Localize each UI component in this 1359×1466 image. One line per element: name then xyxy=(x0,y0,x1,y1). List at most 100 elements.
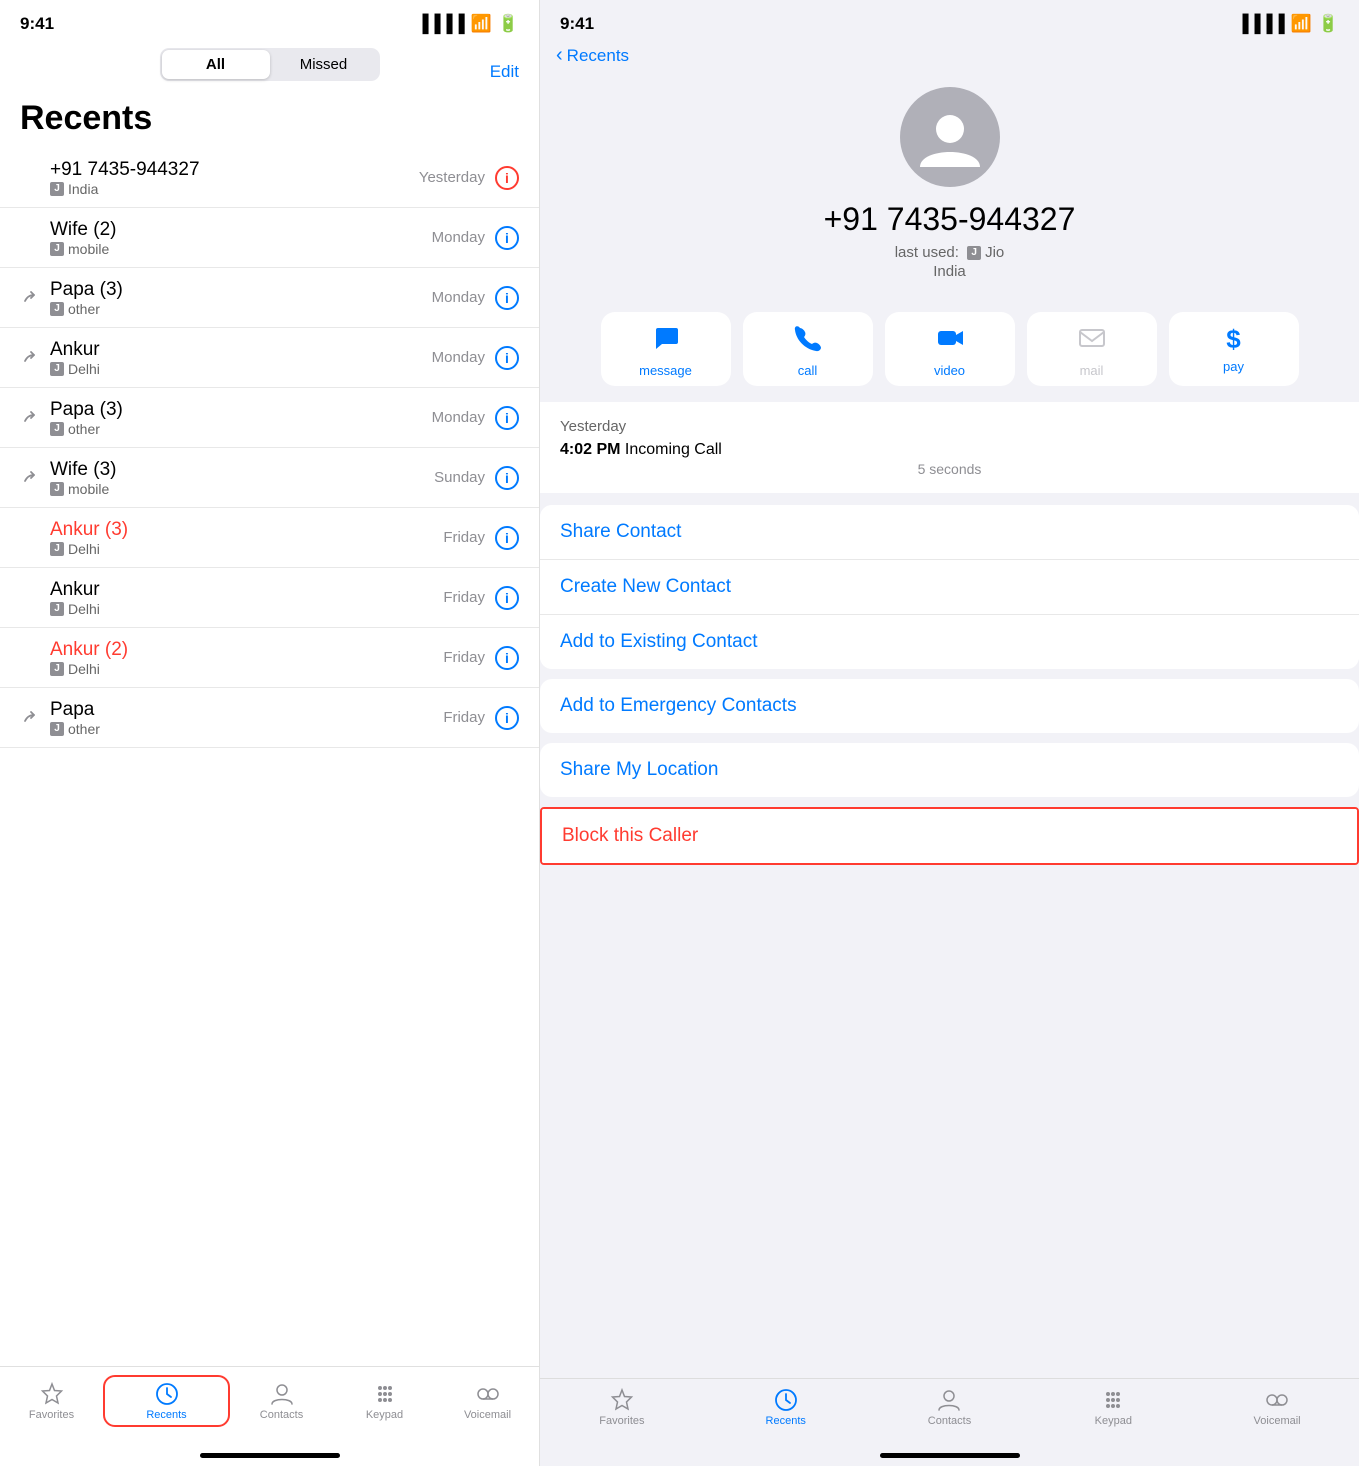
item-name: Papa xyxy=(50,699,100,721)
carrier-badge-right: J xyxy=(967,246,981,260)
info-button[interactable]: i xyxy=(495,646,519,670)
item-name: +91 7435-944327 xyxy=(50,159,200,181)
battery-icon: 🔋 xyxy=(1318,14,1339,34)
wifi-icon: 📶 xyxy=(1291,14,1312,34)
signal-icon: ▐▐▐▐ xyxy=(416,14,464,34)
left-panel: 9:41 ▐▐▐▐ 📶 🔋 All Missed Edit Recents +9… xyxy=(0,0,540,1466)
tab-recents[interactable]: Recents xyxy=(103,1375,230,1427)
contact-country: India xyxy=(933,263,966,280)
right-tab-voicemail[interactable]: Voicemail xyxy=(1195,1387,1359,1427)
left-status-bar: 9:41 ▐▐▐▐ 📶 🔋 xyxy=(0,0,539,40)
info-button[interactable]: i xyxy=(495,526,519,550)
list-item[interactable]: Ankur J Delhi Friday i xyxy=(0,568,539,628)
list-item[interactable]: Ankur (2) J Delhi Friday i xyxy=(0,628,539,688)
right-tab-favorites[interactable]: Favorites xyxy=(540,1387,704,1427)
carrier-badge: J xyxy=(50,722,64,736)
block-caller-button[interactable]: Block this Caller xyxy=(542,809,1357,863)
item-date: Friday xyxy=(443,709,485,726)
action-pay[interactable]: $ pay xyxy=(1169,312,1299,386)
list-item[interactable]: Ankur J Delhi Monday i xyxy=(0,328,539,388)
list-item[interactable]: Wife (2) J mobile Monday i xyxy=(0,208,539,268)
call-history-section: Yesterday 4:02 PM Incoming Call 5 second… xyxy=(540,402,1359,493)
share-location-button[interactable]: Share My Location xyxy=(540,743,1359,797)
person-icon xyxy=(936,1387,962,1413)
right-tab-voicemail-label: Voicemail xyxy=(1254,1415,1301,1427)
add-emergency-contact-button[interactable]: Add to Emergency Contacts xyxy=(540,679,1359,733)
signal-icon: ▐▐▐▐ xyxy=(1236,14,1284,34)
pay-label: pay xyxy=(1223,359,1244,374)
carrier-badge: J xyxy=(50,362,64,376)
add-existing-contact-button[interactable]: Add to Existing Contact xyxy=(540,615,1359,669)
right-tab-contacts[interactable]: Contacts xyxy=(868,1387,1032,1427)
action-mail: mail xyxy=(1027,312,1157,386)
right-tab-keypad-label: Keypad xyxy=(1095,1415,1132,1427)
missed-indicator xyxy=(20,289,42,307)
back-button[interactable]: ‹ Recents xyxy=(556,44,1343,67)
clock-icon xyxy=(773,1387,799,1413)
item-name: Wife (3) xyxy=(50,459,117,481)
tab-favorites[interactable]: Favorites xyxy=(0,1381,103,1421)
right-tab-favorites-label: Favorites xyxy=(599,1415,644,1427)
missed-indicator xyxy=(20,709,42,727)
share-contact-button[interactable]: Share Contact xyxy=(540,505,1359,560)
right-tab-recents[interactable]: Recents xyxy=(704,1387,868,1427)
create-new-contact-button[interactable]: Create New Contact xyxy=(540,560,1359,615)
keypad-icon xyxy=(1100,1387,1126,1413)
action-video[interactable]: video xyxy=(885,312,1015,386)
missed-indicator xyxy=(20,349,42,367)
info-button[interactable]: i xyxy=(495,226,519,250)
tab-voicemail[interactable]: Voicemail xyxy=(436,1381,539,1421)
avatar xyxy=(900,87,1000,187)
info-button[interactable]: i xyxy=(495,586,519,610)
list-item[interactable]: +91 7435-944327 J India Yesterday i xyxy=(0,148,539,208)
list-item[interactable]: Papa (3) J other Monday i xyxy=(0,388,539,448)
back-label: Recents xyxy=(567,46,629,66)
info-button[interactable]: i xyxy=(495,406,519,430)
item-date: Sunday xyxy=(434,469,485,486)
item-sub: J other xyxy=(50,421,123,437)
right-status-bar: 9:41 ▐▐▐▐ 📶 🔋 xyxy=(540,0,1359,40)
right-tab-keypad[interactable]: Keypad xyxy=(1031,1387,1195,1427)
tab-keypad[interactable]: Keypad xyxy=(333,1381,436,1421)
pay-icon: $ xyxy=(1226,324,1240,355)
carrier-badge: J xyxy=(50,302,64,316)
info-button[interactable]: i xyxy=(495,346,519,370)
carrier-badge: J xyxy=(50,422,64,436)
carrier-badge: J xyxy=(50,662,64,676)
item-name: Wife (2) xyxy=(50,219,117,241)
call-duration: 5 seconds xyxy=(560,461,1339,477)
list-item[interactable]: Ankur (3) J Delhi Friday i xyxy=(0,508,539,568)
message-icon xyxy=(652,324,680,359)
segment-all[interactable]: All xyxy=(162,50,270,79)
info-button[interactable]: i xyxy=(495,466,519,490)
right-tab-contacts-label: Contacts xyxy=(928,1415,971,1427)
list-item[interactable]: Wife (3) J mobile Sunday i xyxy=(0,448,539,508)
tab-recents-label: Recents xyxy=(146,1409,186,1421)
info-button[interactable]: i xyxy=(495,166,519,190)
item-date: Friday xyxy=(443,589,485,606)
call-icon xyxy=(794,324,822,359)
left-tab-bar: Favorites Recents Contacts xyxy=(0,1366,539,1447)
segment-missed[interactable]: Missed xyxy=(270,50,378,79)
right-home-indicator xyxy=(880,1453,1020,1458)
item-date: Monday xyxy=(432,229,485,246)
video-label: video xyxy=(934,363,965,378)
contact-actions-section: Share Contact Create New Contact Add to … xyxy=(540,505,1359,669)
info-button[interactable]: i xyxy=(495,706,519,730)
clock-icon xyxy=(154,1381,180,1407)
call-type: Incoming Call xyxy=(625,441,722,458)
recents-list: +91 7435-944327 J India Yesterday i Wife… xyxy=(0,148,539,1366)
left-status-time: 9:41 xyxy=(20,14,54,34)
list-item[interactable]: Papa J other Friday i xyxy=(0,688,539,748)
item-sub: J Delhi xyxy=(50,661,128,677)
missed-indicator xyxy=(20,409,42,427)
action-call[interactable]: call xyxy=(743,312,873,386)
edit-button[interactable]: Edit xyxy=(490,62,519,82)
item-name: Papa (3) xyxy=(50,399,123,421)
info-button[interactable]: i xyxy=(495,286,519,310)
list-item[interactable]: Papa (3) J other Monday i xyxy=(0,268,539,328)
contact-header: +91 7435-944327 last used: J Jio India xyxy=(540,67,1359,296)
tab-contacts[interactable]: Contacts xyxy=(230,1381,333,1421)
tab-favorites-label: Favorites xyxy=(29,1409,74,1421)
action-message[interactable]: message xyxy=(601,312,731,386)
